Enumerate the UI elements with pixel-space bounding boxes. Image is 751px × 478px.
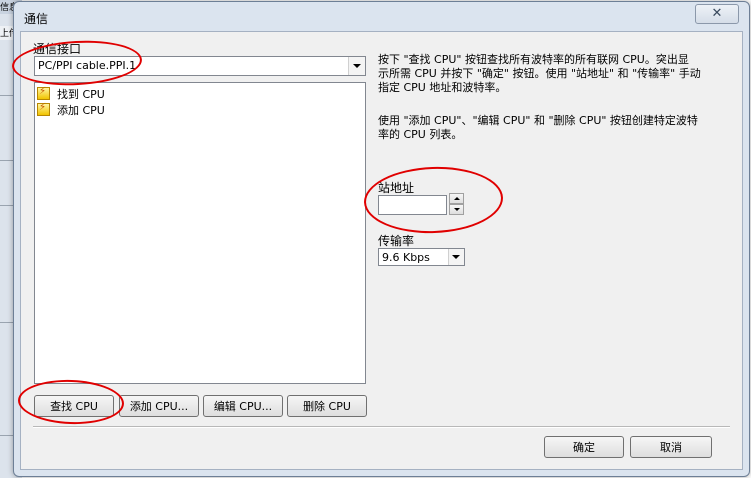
baud-rate-dropdown[interactable]: 9.6 Kbps: [378, 248, 465, 266]
tree-item-find-cpu[interactable]: 找到 CPU: [37, 86, 105, 101]
help-line: 使用 "添加 CPU"、"编辑 CPU" 和 "删除 CPU" 按钮创建特定波特: [378, 114, 698, 127]
cancel-button[interactable]: 取消: [630, 436, 712, 458]
help-line: 示所需 CPU 并按下 "确定" 按钮。使用 "站地址" 和 "传输率" 手动: [378, 67, 701, 80]
dialog-client-area: 通信接口 PC/PPI cable.PPI.1 找到 CPU 添加 CPU 查找…: [20, 31, 743, 470]
footer-divider: [33, 426, 730, 428]
help-line: 率的 CPU 列表。: [378, 128, 463, 141]
cpu-lightning-icon: [37, 102, 50, 116]
add-cpu-button[interactable]: 添加 CPU...: [119, 395, 199, 417]
edit-cpu-button[interactable]: 编辑 CPU...: [203, 395, 283, 417]
ok-button[interactable]: 确定: [544, 436, 624, 458]
background-divider: [0, 435, 14, 436]
background-divider: [0, 95, 14, 96]
cpu-lightning-icon: [37, 86, 50, 100]
baud-rate-value: 9.6 Kbps: [382, 251, 430, 264]
help-line: 按下 "查找 CPU" 按钮查找所有波特率的所有联网 CPU。突出显: [378, 53, 689, 66]
tree-item-label: 添加 CPU: [57, 103, 105, 117]
dialog-titlebar[interactable]: 通信 ✕: [14, 2, 749, 30]
baud-rate-label: 传输率: [378, 234, 415, 248]
cpu-tree[interactable]: 找到 CPU 添加 CPU: [34, 82, 366, 384]
background-divider: [0, 322, 14, 323]
help-text-1: 按下 "查找 CPU" 按钮查找所有波特率的所有联网 CPU。突出显 示所需 C…: [378, 53, 723, 95]
dialog-title: 通信: [24, 12, 49, 26]
close-button[interactable]: ✕: [695, 4, 739, 24]
chevron-down-icon[interactable]: [348, 57, 365, 75]
tree-item-label: 找到 CPU: [57, 87, 105, 101]
tree-item-add-cpu[interactable]: 添加 CPU: [37, 102, 105, 117]
background-divider: [0, 205, 14, 206]
close-icon: ✕: [711, 6, 723, 21]
chevron-down-icon[interactable]: [448, 249, 464, 265]
help-line: 指定 CPU 地址和波特率。: [378, 81, 507, 94]
delete-cpu-button[interactable]: 删除 CPU: [287, 395, 367, 417]
background-divider: [0, 160, 14, 161]
help-text-2: 使用 "添加 CPU"、"编辑 CPU" 和 "删除 CPU" 按钮创建特定波特…: [378, 114, 723, 142]
